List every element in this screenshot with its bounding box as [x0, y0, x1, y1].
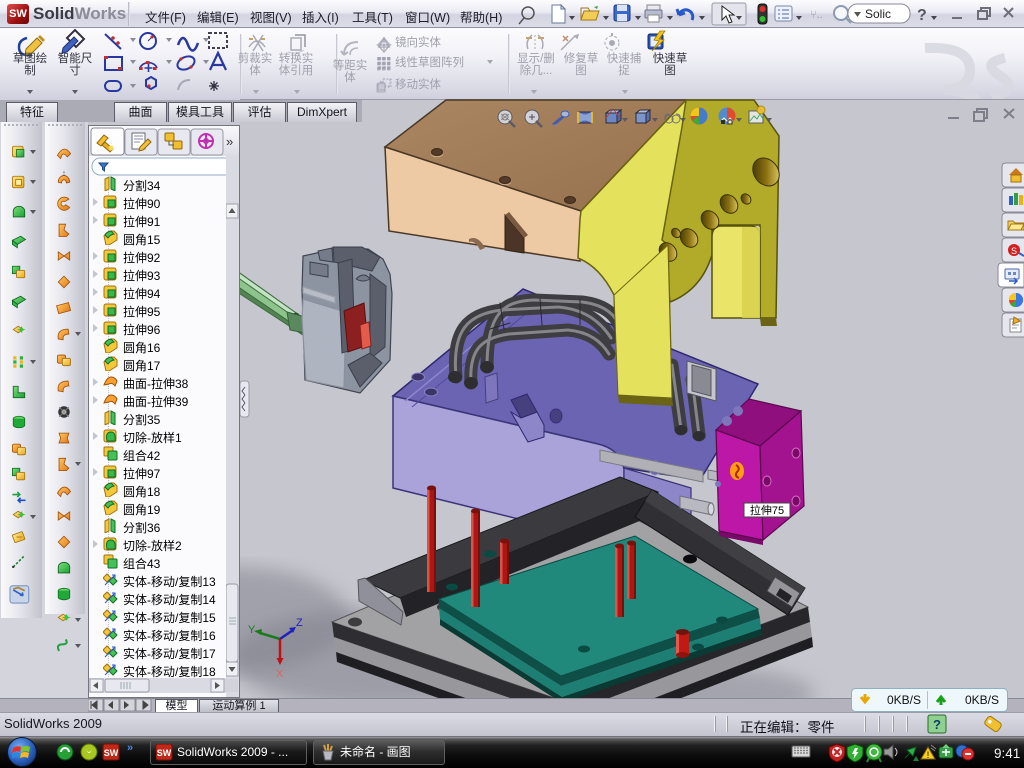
- svg-text:?: ?: [933, 717, 941, 732]
- svg-text:?: ?: [917, 7, 927, 24]
- svg-text:»: »: [127, 742, 133, 754]
- svg-text:Solic: Solic: [865, 7, 891, 21]
- svg-text:⑂..: ⑂..: [810, 9, 823, 21]
- svg-text:»: »: [226, 134, 233, 149]
- svg-text:SW: SW: [157, 748, 172, 758]
- svg-text:0KB/S: 0KB/S: [965, 693, 999, 707]
- svg-text:!: !: [927, 750, 930, 760]
- svg-text:0KB/S: 0KB/S: [887, 693, 921, 707]
- svg-text:9:41: 9:41: [994, 746, 1020, 761]
- svg-text:X: X: [276, 668, 284, 680]
- svg-text:SW: SW: [104, 748, 119, 758]
- svg-text:Z: Z: [296, 617, 303, 629]
- svg-text:Y: Y: [248, 624, 256, 636]
- svg-text:S: S: [1011, 246, 1017, 256]
- svg-text:拉伸75: 拉伸75: [750, 503, 784, 517]
